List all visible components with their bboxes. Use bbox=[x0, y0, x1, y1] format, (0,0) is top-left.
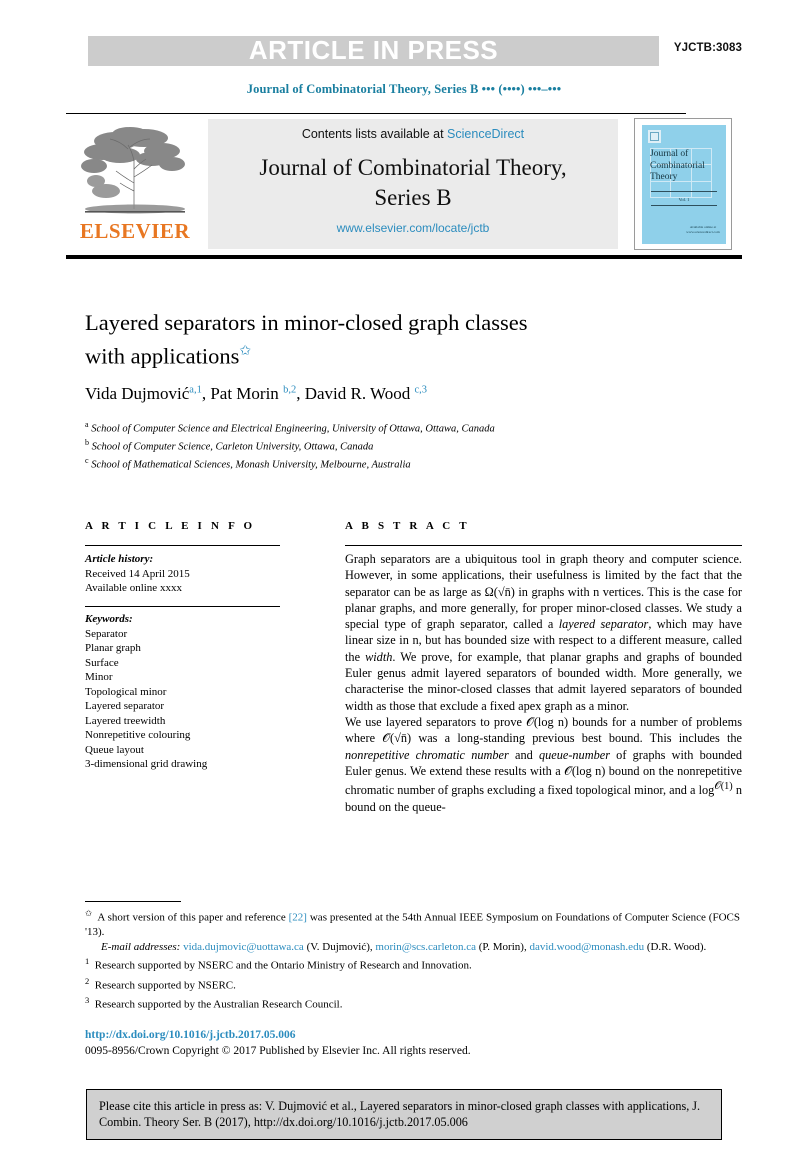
journal-cover-thumbnail: Journal of Combinatorial Theory Vol. 1 A… bbox=[634, 118, 732, 250]
sciencedirect-link[interactable]: ScienceDirect bbox=[447, 127, 524, 141]
footnote-numbered: 3 Research supported by the Australian R… bbox=[85, 993, 740, 1012]
affiliation-item: b School of Computer Science, Carleton U… bbox=[85, 436, 665, 454]
footnote-separator-rule bbox=[85, 901, 181, 902]
elsevier-tree-icon bbox=[81, 127, 185, 214]
affiliation-marker: b bbox=[85, 438, 89, 447]
abstract-paragraph: Graph separators are a ubiquitous tool i… bbox=[345, 552, 742, 713]
affiliation-marker: a bbox=[85, 420, 89, 429]
elsevier-wordmark: ELSEVIER bbox=[79, 219, 191, 243]
footnote-star: ✩ A short version of this paper and refe… bbox=[85, 908, 740, 939]
affiliation-marker: c bbox=[85, 456, 89, 465]
journal-title: Journal of Combinatorial Theory, Series … bbox=[208, 153, 618, 213]
affiliation-list: a School of Computer Science and Electri… bbox=[85, 418, 665, 472]
page-title: Layered separators in minor-closed graph… bbox=[85, 308, 685, 371]
cover-journal-title: Journal of Combinatorial Theory bbox=[650, 149, 705, 182]
footnote-numbered: 1 Research supported by NSERC and the On… bbox=[85, 954, 740, 973]
contents-prefix: Contents lists available at bbox=[301, 127, 448, 141]
footnote-numbered: 2 Research supported by NSERC. bbox=[85, 974, 740, 993]
running-head: Journal of Combinatorial Theory, Series … bbox=[246, 82, 562, 96]
keywords-block: Keywords: Separator Planar graph Surface… bbox=[85, 612, 295, 772]
abstract-rule bbox=[345, 545, 742, 546]
cover-rule-lower bbox=[651, 205, 717, 206]
keyword-item: Planar graph bbox=[85, 642, 141, 654]
keyword-item: Separator bbox=[85, 627, 128, 640]
article-history-block: Article history: Received 14 April 2015 … bbox=[85, 552, 295, 596]
article-in-press-label: ARTICLE IN PRESS bbox=[248, 35, 499, 65]
affiliation-text: School of Mathematical Sciences, Monash … bbox=[91, 459, 411, 471]
keyword-item: Minor bbox=[85, 671, 113, 683]
copyright-line: 0095-8956/Crown Copyright © 2017 Publish… bbox=[85, 1045, 471, 1057]
keyword-item: Surface bbox=[85, 656, 119, 669]
affiliation-item: c School of Mathematical Sciences, Monas… bbox=[85, 454, 665, 472]
author-list: Vida Dujmovića,1, Pat Morin b,2, David R… bbox=[85, 384, 427, 403]
title-footnote-marker: ✩ bbox=[239, 344, 252, 359]
masthead-top-rule bbox=[66, 113, 686, 114]
elsevier-logo: ELSEVIER bbox=[70, 121, 200, 249]
footnote-text: Research supported by the Australian Res… bbox=[94, 998, 343, 1011]
keyword-item: Topological minor bbox=[85, 685, 167, 698]
article-info-rule-top bbox=[85, 545, 280, 546]
article-info-heading: A R T I C L E I N F O bbox=[85, 520, 256, 532]
keyword-item: Layered separator bbox=[85, 700, 165, 712]
footnote-text: Research supported by NSERC and the Onta… bbox=[94, 960, 472, 973]
keyword-item: Layered treewidth bbox=[85, 714, 166, 727]
affiliation-item: a School of Computer Science and Electri… bbox=[85, 418, 665, 436]
title-line2: with applications bbox=[85, 343, 240, 369]
abstract-heading: A B S T R A C T bbox=[345, 520, 470, 532]
cover-rule-upper bbox=[651, 191, 717, 192]
cover-emblem-icon bbox=[648, 130, 661, 143]
article-history-online: Available online xxxx bbox=[85, 582, 182, 594]
manuscript-code: YJCTB:3083 bbox=[673, 42, 742, 54]
article-info-rule-mid bbox=[85, 606, 280, 607]
footnote-marker: 2 bbox=[85, 975, 90, 986]
journal-title-line2: Series B bbox=[374, 185, 452, 210]
abstract-paragraph: We use layered separators to prove 𝒪(log… bbox=[345, 714, 743, 814]
doi-link[interactable]: http://dx.doi.org/10.1016/j.jctb.2017.05… bbox=[85, 1029, 296, 1041]
abstract-body: Graph separators are a ubiquitous tool i… bbox=[345, 551, 742, 815]
article-history-received: Received 14 April 2015 bbox=[85, 567, 190, 580]
journal-masthead: ELSEVIER Contents lists available at Sci… bbox=[66, 113, 742, 261]
footnote-marker: 1 bbox=[85, 956, 90, 967]
footnote-text: Research supported by NSERC. bbox=[94, 979, 236, 992]
journal-cover-art: Journal of Combinatorial Theory Vol. 1 A… bbox=[642, 125, 726, 244]
keyword-item: Queue layout bbox=[85, 743, 144, 756]
footnote-emails: E-mail addresses: vida.dujmovic@uottawa.… bbox=[101, 940, 707, 953]
article-history-label: Article history: bbox=[85, 553, 154, 565]
journal-title-line1: Journal of Combinatorial Theory, bbox=[259, 155, 567, 180]
footnote-marker: 3 bbox=[85, 994, 90, 1005]
contents-list-line: Contents lists available at ScienceDirec… bbox=[208, 127, 618, 141]
cite-this-article-box: Please cite this article in press as: V.… bbox=[86, 1089, 722, 1140]
keywords-label: Keywords: bbox=[85, 613, 133, 625]
footnote-block: ✩ A short version of this paper and refe… bbox=[85, 906, 740, 1012]
paper-page: ARTICLE IN PRESS YJCTB:3083 Journal of C… bbox=[0, 0, 808, 1162]
cover-volume-label: Vol. 1 bbox=[678, 197, 690, 202]
journal-homepage-link[interactable]: www.elsevier.com/locate/jctb bbox=[208, 221, 618, 235]
cover-footer-text: Available online at www.sciencedirect.co… bbox=[686, 225, 720, 234]
keyword-item: 3-dimensional grid drawing bbox=[85, 758, 208, 770]
masthead-bottom-rule bbox=[66, 255, 742, 259]
keyword-item: Nonrepetitive colouring bbox=[85, 729, 191, 741]
affiliation-text: School of Computer Science and Electrica… bbox=[91, 423, 495, 435]
affiliation-text: School of Computer Science, Carleton Uni… bbox=[91, 441, 374, 453]
title-line1: Layered separators in minor-closed graph… bbox=[85, 310, 528, 335]
